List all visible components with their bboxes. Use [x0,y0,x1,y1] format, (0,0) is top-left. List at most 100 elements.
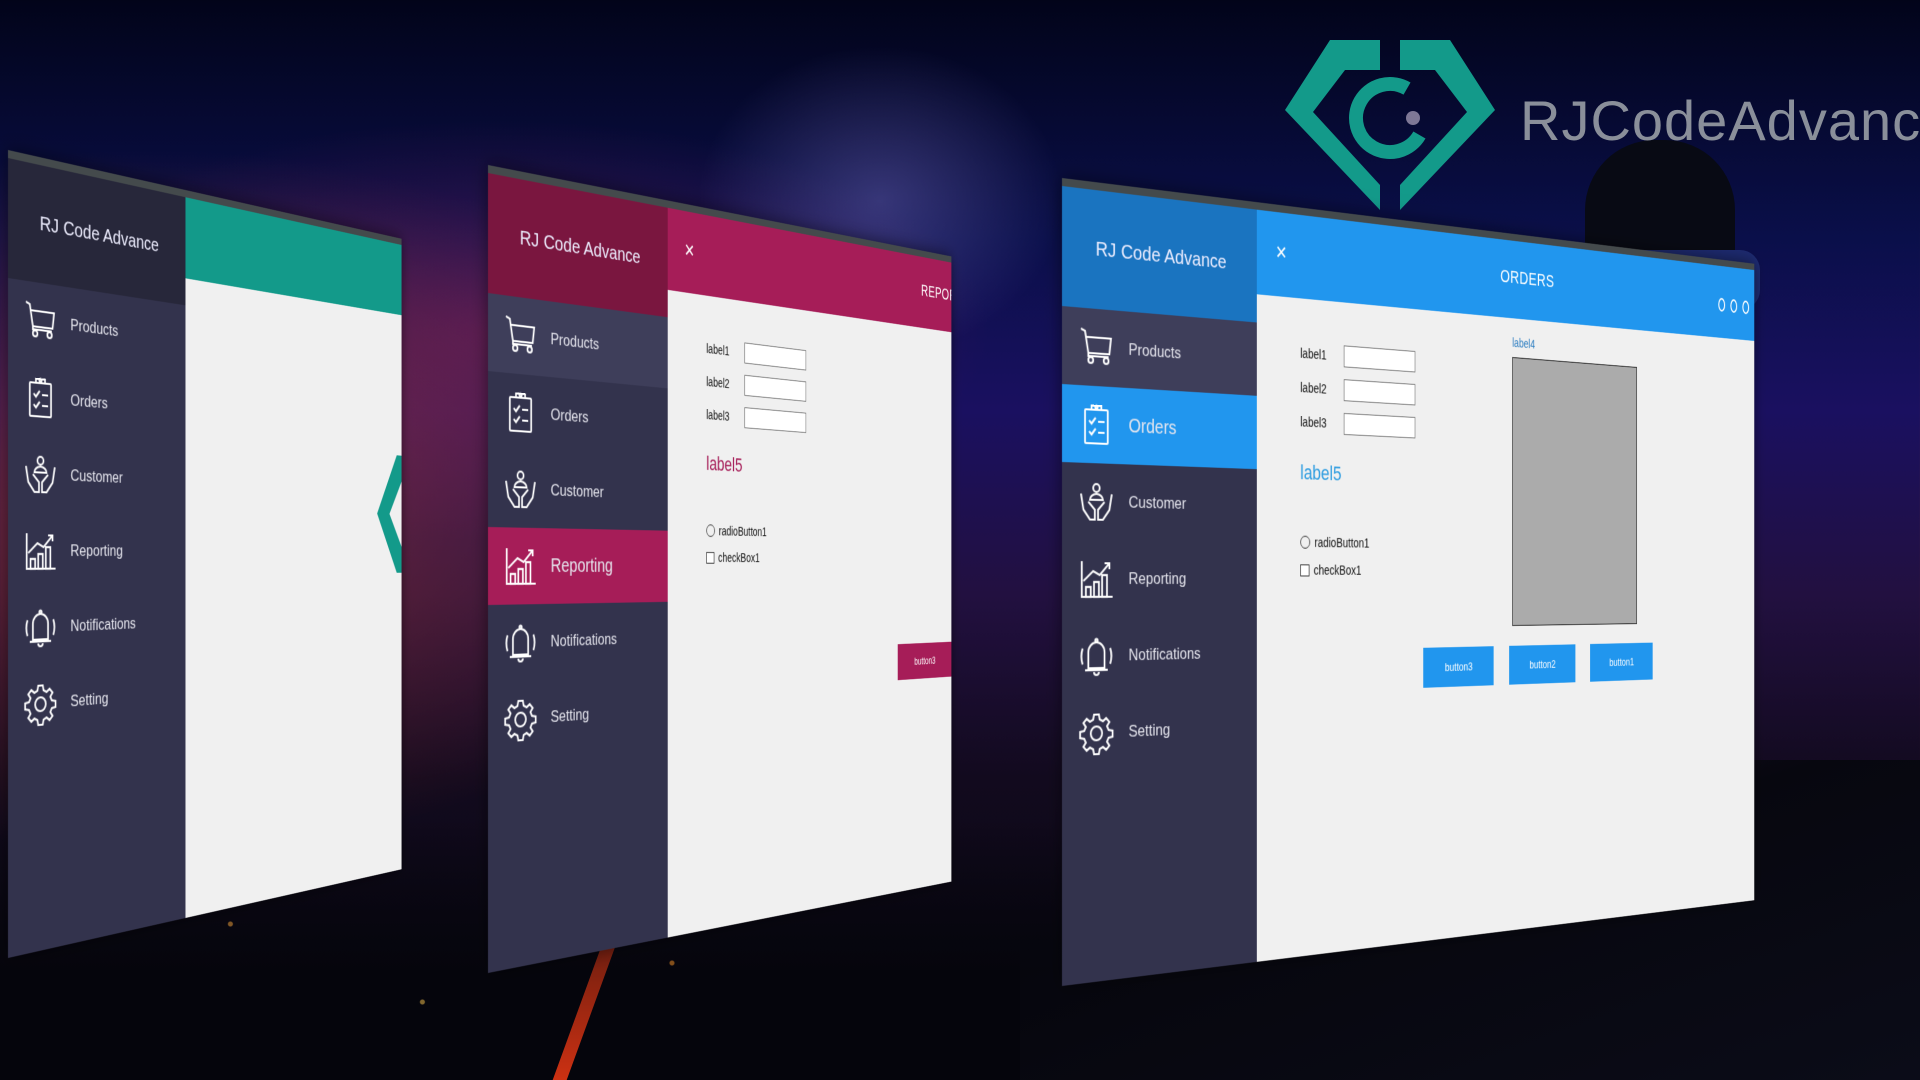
checkbox[interactable]: checkBox1 [706,550,760,565]
content-area [185,197,402,918]
sidebar-item-orders[interactable]: Orders [1062,384,1257,470]
text-field-1[interactable] [744,341,807,371]
sidebar: RJ Code Advance Products Orders Customer Re… [488,173,668,973]
form: label1 label2 label3 [706,331,807,438]
sidebar-item-customer[interactable]: Customer [8,434,185,516]
app-window-crimson: RJ Code Advance Products Orders Customer Re… [488,165,952,973]
gear-icon [1078,711,1114,756]
sidebar-item-notifications[interactable]: Notifications [8,586,185,668]
button1[interactable]: button1 [1590,642,1653,682]
rjcode-diamond-logo-icon [1285,40,1495,210]
cart-icon [1078,324,1114,370]
sidebar-title: RJ Code Advance [1095,237,1227,274]
app-window-blue: RJ Code Advance Products Orders Customer Re… [1062,178,1755,986]
sidebar-item-label: Setting [70,688,109,711]
clipboard-checklist-icon [24,375,57,421]
hands-user-icon [24,452,57,497]
sidebar-item-label: Notifications [550,629,617,651]
app-window-teal: RJ Code Advance Products Orders Customer Re… [8,150,402,958]
sidebar-item-label: Orders [70,390,108,413]
gear-icon [24,681,57,727]
sidebar-item-setting[interactable]: Setting [1062,689,1257,774]
bar-chart-growth-icon [504,544,538,588]
checkbox-box[interactable] [1300,563,1310,576]
field-label: label2 [706,373,730,391]
sidebar-title: RJ Code Advance [519,226,641,269]
clipboard-checklist-icon [1078,402,1114,447]
field-label: label3 [706,406,730,424]
sidebar-item-label: Orders [1128,414,1177,439]
sidebar: RJ Code Advance Products Orders Customer Re… [1062,186,1257,986]
sidebar: RJ Code Advance Products Orders Customer Re… [8,158,186,958]
form-row: label3 [1300,404,1416,444]
button3[interactable]: button3 [1423,646,1494,688]
partial-logo-icon [377,453,402,574]
form: label1 label2 label3 [1300,335,1416,444]
sidebar-item-label: Reporting [550,554,613,577]
button2[interactable]: button2 [1509,644,1576,685]
hands-user-icon [1078,480,1114,524]
sidebar-item-label: Products [1128,340,1182,363]
label4: label4 [1512,335,1536,352]
radio-circle[interactable] [1300,535,1311,549]
sidebar-header: RJ Code Advance [488,173,668,318]
sidebar-item-label: Customer [550,480,604,502]
sidebar-item-reporting[interactable]: Reporting [488,527,668,605]
sidebar-item-label: Customer [1128,492,1187,513]
clipboard-checklist-icon [504,389,538,435]
sidebar-item-label: Orders [550,405,589,427]
sidebar-item-customer[interactable]: Customer [488,449,668,531]
text-field-2[interactable] [1343,378,1416,406]
bell-icon [504,621,538,666]
radio-label: radioButton1 [718,523,767,539]
title-bar: × REPORTING [667,207,952,333]
bar-chart-growth-icon [1078,557,1114,601]
text-field-3[interactable] [1343,412,1416,438]
sidebar-title: RJ Code Advance [39,212,159,257]
window-controls [1718,297,1750,315]
radio-button[interactable]: radioButton1 [1300,534,1370,551]
sidebar-item-notifications[interactable]: Notifications [488,602,668,683]
checkbox[interactable]: checkBox1 [1300,563,1361,577]
sidebar-item-customer[interactable]: Customer [1062,462,1257,543]
radio-button[interactable]: radioButton1 [706,523,767,539]
sidebar-item-reporting[interactable]: Reporting [8,512,185,590]
radio-circle[interactable] [706,524,716,537]
sidebar-item-label: Reporting [70,541,123,560]
sidebar-item-label: Notifications [70,614,136,636]
cart-icon [504,312,538,359]
sidebar-item-reporting[interactable]: Reporting [1062,540,1257,618]
sidebar-item-label: Notifications [1128,644,1201,665]
sidebar-item-products[interactable]: Products [1062,306,1257,396]
hands-user-icon [504,467,538,512]
checkbox-label: checkBox1 [718,550,760,565]
field-label: label1 [1300,345,1327,362]
sidebar-item-label: Products [70,315,119,341]
brand-name: RJCodeAdvance [1520,89,1920,152]
content-area: × REPORTING label1 label2 label3 label5 … [667,207,952,938]
content-area: × ORDERS label1 label2 label3 label4 lab… [1256,209,1755,962]
bar-chart-growth-icon [24,529,57,573]
close-button[interactable]: × [685,235,700,264]
checkbox-box[interactable] [706,551,715,564]
close-window-button[interactable] [1742,300,1750,315]
bell-icon [24,606,57,651]
label5: label5 [1300,460,1342,486]
title-bar [185,197,402,316]
sidebar-item-notifications[interactable]: Notifications [1062,616,1257,696]
sidebar-item-setting[interactable]: Setting [8,657,185,746]
button3[interactable]: button3 [897,641,952,681]
text-field-2[interactable] [744,374,807,402]
text-field-3[interactable] [744,406,807,433]
window-title: REPORTING [921,281,952,310]
maximize-button[interactable] [1730,298,1738,314]
minimize-button[interactable] [1718,297,1726,312]
sidebar-item-label: Customer [70,466,123,487]
sidebar-item-label: Reporting [1128,569,1187,588]
sidebar-item-label: Setting [550,704,590,727]
text-field-1[interactable] [1343,344,1416,373]
picture-box [1512,357,1637,626]
sidebar-item-setting[interactable]: Setting [488,673,668,761]
radio-label: radioButton1 [1314,534,1370,551]
sidebar-header: RJ Code Advance [1062,186,1257,323]
